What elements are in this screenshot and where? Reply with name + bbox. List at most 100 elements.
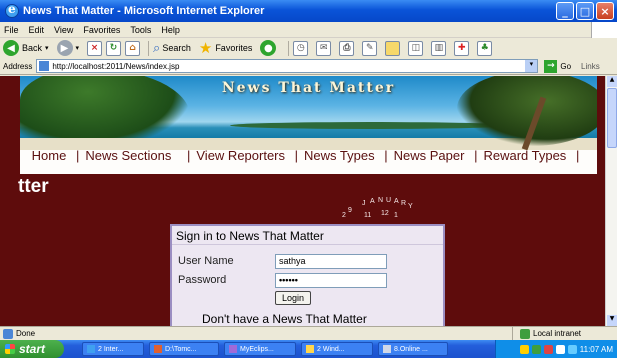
research-icon[interactable]: ▥	[431, 40, 447, 56]
calendar-number: 11	[364, 212, 372, 219]
chevron-down-icon[interactable]: ▾	[45, 44, 49, 52]
taskbar-item-tomcat[interactable]: D:\Tomc...	[149, 342, 219, 356]
history-icon[interactable]: ◷	[293, 40, 309, 56]
refresh-icon[interactable]: ↻	[106, 40, 122, 56]
forward-button[interactable]: ▶ ▾	[56, 39, 80, 57]
folder-icon[interactable]	[385, 40, 401, 56]
calendar-number: 2	[342, 212, 346, 219]
status-text: Done	[16, 329, 36, 338]
toolbar-divider	[288, 40, 290, 56]
start-button[interactable]: start	[0, 340, 64, 358]
tray-icon[interactable]	[531, 344, 541, 354]
back-button[interactable]: ◀ Back ▾	[3, 39, 49, 57]
ie-logo-icon	[5, 2, 19, 18]
scroll-thumb[interactable]	[607, 88, 617, 148]
windows-logo-icon	[5, 344, 15, 354]
nav-home[interactable]: Home	[32, 148, 67, 163]
extension-icon[interactable]: ♣	[477, 40, 493, 56]
stop-icon[interactable]: ×	[87, 40, 103, 56]
menu-tools[interactable]: Tools	[130, 25, 151, 35]
print-icon[interactable]: ⎙	[339, 40, 355, 56]
nav-divider: |	[294, 148, 299, 163]
ie-icon	[87, 345, 95, 353]
taskbar-item-ie[interactable]: 2 Inter...	[82, 342, 144, 356]
favorites-star-icon: ★	[198, 40, 213, 57]
search-label: Search	[162, 43, 191, 53]
title-bar[interactable]: News That Matter - Microsoft Internet Ex…	[0, 0, 617, 22]
search-button[interactable]: ⌕ Search	[153, 39, 191, 57]
divider	[172, 244, 443, 245]
menu-file[interactable]: File	[4, 25, 19, 35]
nav-news-types[interactable]: News Types	[304, 148, 375, 163]
tray-icon[interactable]	[543, 344, 553, 354]
password-label: Password	[178, 274, 227, 286]
calendar-letter: U	[386, 197, 392, 204]
minimize-button[interactable]: _	[556, 2, 574, 20]
taskbar-item-myeclipse[interactable]: MyEclips...	[224, 342, 296, 356]
signin-title: Sign in to News That Matter	[176, 229, 324, 243]
nav-news-sections[interactable]: News Sections	[85, 148, 171, 163]
calendar-number: 1	[394, 212, 398, 219]
tray-icon[interactable]	[519, 344, 529, 354]
address-url: http://localhost:2011/News/index.jsp	[52, 61, 180, 71]
messenger-icon[interactable]: ◫	[408, 40, 424, 56]
status-bar: Done Local intranet	[0, 326, 617, 340]
nav-divider: |	[75, 148, 80, 163]
intranet-icon	[520, 328, 530, 339]
search-icon: ⌕	[153, 40, 161, 55]
system-tray: 11:07 AM	[495, 340, 617, 358]
scroll-up-icon[interactable]: ▲	[607, 76, 617, 87]
task-label: 2 Wind...	[317, 345, 345, 353]
nav-view-reporters[interactable]: View Reporters	[196, 148, 285, 163]
task-label: 8.Online ...	[394, 345, 428, 353]
favorites-button[interactable]: ★ Favorites	[199, 39, 252, 57]
menu-help[interactable]: Help	[161, 25, 180, 35]
calendar-letter: N	[378, 197, 384, 204]
nav-news-paper[interactable]: News Paper	[394, 148, 465, 163]
back-arrow-icon: ◀	[3, 40, 19, 56]
media-icon[interactable]: ●	[260, 40, 277, 56]
calendar-number: 12	[381, 210, 389, 217]
menu-favorites[interactable]: Favorites	[83, 25, 120, 35]
calendar-letter: R	[401, 200, 407, 207]
taskbar-item-online[interactable]: 8.Online ...	[378, 342, 448, 356]
address-bar: Address http://localhost:2011/News/index…	[0, 58, 617, 75]
chevron-down-icon[interactable]: ▾	[525, 60, 538, 72]
nav-divider: |	[575, 148, 580, 163]
username-field[interactable]: sathya	[275, 254, 387, 269]
clock[interactable]: 11:07 AM	[580, 345, 613, 354]
nav-reward-types[interactable]: Reward Types	[483, 148, 566, 163]
security-zone[interactable]: Local intranet	[512, 327, 617, 340]
site-nav: Home | News Sections | View Reporters | New…	[20, 148, 597, 174]
document-icon	[383, 345, 391, 353]
menu-edit[interactable]: Edit	[29, 25, 45, 35]
back-label: Back	[22, 43, 43, 53]
tray-icon[interactable]	[555, 344, 565, 354]
go-button[interactable]: → Go	[544, 59, 571, 73]
calendar-letter: J	[362, 200, 366, 207]
page-icon	[39, 61, 50, 71]
window-title: News That Matter - Microsoft Internet Ex…	[23, 5, 265, 17]
home-icon[interactable]: ⌂	[125, 40, 141, 56]
edit-icon[interactable]: ✎	[362, 40, 378, 56]
page-done-icon	[3, 328, 13, 339]
vertical-scrollbar[interactable]: ▲ ▼	[605, 76, 617, 326]
page-content: News That Matter Home | News Sections | Vi…	[0, 76, 605, 326]
maximize-button[interactable]: □	[576, 2, 594, 20]
start-label: start	[19, 342, 46, 356]
taskbar-item-windows[interactable]: 2 Wind...	[301, 342, 373, 356]
scroll-down-icon[interactable]: ▼	[607, 315, 617, 326]
chevron-down-icon[interactable]: ▾	[76, 44, 80, 52]
links-button[interactable]: Links	[581, 62, 600, 71]
mail-icon[interactable]: ✉	[316, 40, 332, 56]
header-banner: News That Matter	[20, 76, 597, 150]
tray-icon[interactable]	[567, 344, 577, 354]
nav-divider: |	[474, 148, 478, 163]
login-button[interactable]: Login	[275, 291, 311, 305]
folder-icon	[306, 345, 314, 353]
address-input[interactable]: http://localhost:2011/News/index.jsp ▾	[36, 59, 539, 73]
menu-view[interactable]: View	[54, 25, 73, 35]
close-button[interactable]: ×	[596, 2, 614, 20]
password-field[interactable]: ••••••	[275, 273, 387, 288]
tool-icon[interactable]: ✚	[454, 40, 470, 56]
